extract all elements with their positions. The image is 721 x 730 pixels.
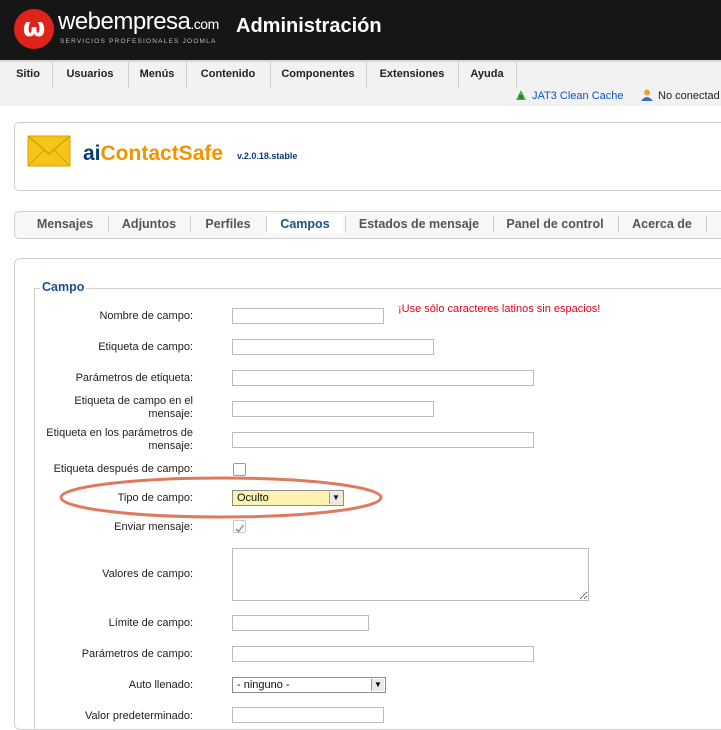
checkmark-icon bbox=[235, 524, 245, 533]
field-name-label: Nombre de campo: bbox=[99, 310, 193, 322]
field-label-label: Etiqueta de campo: bbox=[98, 341, 193, 353]
menu-item-contenido[interactable]: Contenido bbox=[186, 62, 271, 88]
user-status-label: No conectad bbox=[658, 90, 720, 102]
latin-chars-warning: ¡Use sólo caracteres latinos sin espacio… bbox=[398, 303, 601, 315]
send-message-label: Enviar mensaje: bbox=[114, 521, 193, 533]
highlight-ellipse bbox=[59, 476, 383, 519]
message-label-params-label: Etiqueta en los parámetros de mensaje: bbox=[23, 427, 193, 453]
field-values-label: Valores de campo: bbox=[102, 568, 193, 580]
label-params-label: Parámetros de etiqueta: bbox=[75, 372, 193, 384]
menu-item-usuarios[interactable]: Usuarios bbox=[52, 62, 129, 88]
title-prefix: ai bbox=[83, 142, 101, 165]
default-value-input[interactable] bbox=[232, 707, 384, 723]
field-limit-input[interactable] bbox=[232, 615, 369, 631]
default-value-label: Valor predeterminado: bbox=[84, 710, 193, 722]
logo-glyph: ω bbox=[22, 13, 46, 43]
brand-suffix: .com bbox=[190, 16, 219, 32]
tab-campos[interactable]: Campos bbox=[270, 215, 340, 233]
cache-label: JAT3 Clean Cache bbox=[532, 90, 624, 102]
tab-panel-de-control[interactable]: Panel de control bbox=[500, 215, 610, 233]
tab-separator bbox=[190, 216, 191, 232]
tab-separator bbox=[108, 216, 109, 232]
message-label-line1: Etiqueta de campo en el bbox=[74, 395, 193, 407]
title-main: ContactSafe bbox=[100, 142, 224, 165]
message-label-line2: mensaje: bbox=[148, 408, 193, 420]
autofill-select[interactable]: - ninguno - ▼ bbox=[232, 677, 386, 693]
tab-separator bbox=[706, 216, 707, 232]
fieldset-legend: Campo bbox=[40, 280, 87, 294]
page-title: Administración bbox=[236, 15, 382, 37]
dropdown-arrow-icon: ▼ bbox=[371, 679, 384, 691]
component-version: v.2.0.18.stable bbox=[237, 151, 298, 161]
autofill-value: - ninguno - bbox=[237, 679, 290, 691]
envelope-icon bbox=[27, 135, 71, 167]
menu-item-menus[interactable]: Menús bbox=[128, 62, 187, 88]
tab-adjuntos[interactable]: Adjuntos bbox=[116, 215, 182, 233]
tab-acerca-de[interactable]: Acerca de bbox=[626, 215, 698, 233]
user-icon bbox=[641, 89, 653, 101]
field-limit-label: Límite de campo: bbox=[108, 617, 193, 629]
tab-separator bbox=[618, 216, 619, 232]
brand-subtitle: SERVICIOS PROFESIONALES JOOMLA bbox=[60, 38, 217, 45]
cache-icon bbox=[516, 90, 526, 100]
jat3-clean-cache-link[interactable]: JAT3 Clean Cache bbox=[514, 88, 624, 106]
message-label-params-input[interactable] bbox=[232, 432, 534, 448]
tab-mensajes[interactable]: Mensajes bbox=[30, 215, 100, 233]
menu-item-extensiones[interactable]: Extensiones bbox=[366, 62, 459, 88]
webempresa-logo-icon[interactable]: ω bbox=[14, 9, 54, 49]
send-message-checkbox[interactable] bbox=[233, 520, 246, 533]
menu-item-ayuda[interactable]: Ayuda bbox=[458, 62, 517, 88]
message-label-label: Etiqueta de campo en el mensaje: bbox=[23, 395, 193, 421]
brand-text: webempresa bbox=[58, 8, 191, 35]
component-title: aiContactSafe bbox=[83, 142, 223, 166]
label-params-input[interactable] bbox=[232, 370, 534, 386]
field-values-textarea[interactable] bbox=[232, 548, 589, 601]
tab-separator bbox=[345, 216, 346, 232]
brand-name: webempresa.com bbox=[58, 8, 219, 36]
tab-separator bbox=[266, 216, 267, 232]
user-status: No conectad bbox=[640, 88, 720, 106]
menu-item-sitio[interactable]: Sitio bbox=[4, 62, 53, 88]
autofill-label: Auto llenado: bbox=[128, 679, 193, 691]
menu-item-componentes[interactable]: Componentes bbox=[270, 62, 367, 88]
field-params-input[interactable] bbox=[232, 646, 534, 662]
field-name-input[interactable] bbox=[232, 308, 384, 324]
tab-estados-de-mensaje[interactable]: Estados de mensaje bbox=[353, 215, 485, 233]
message-label-input[interactable] bbox=[232, 401, 434, 417]
message-label-params-line2: mensaje: bbox=[148, 440, 193, 452]
tab-perfiles[interactable]: Perfiles bbox=[198, 215, 258, 233]
tab-separator bbox=[493, 216, 494, 232]
field-label-input[interactable] bbox=[232, 339, 434, 355]
field-params-label: Parámetros de campo: bbox=[81, 648, 193, 660]
message-label-params-line1: Etiqueta en los parámetros de bbox=[46, 427, 193, 439]
